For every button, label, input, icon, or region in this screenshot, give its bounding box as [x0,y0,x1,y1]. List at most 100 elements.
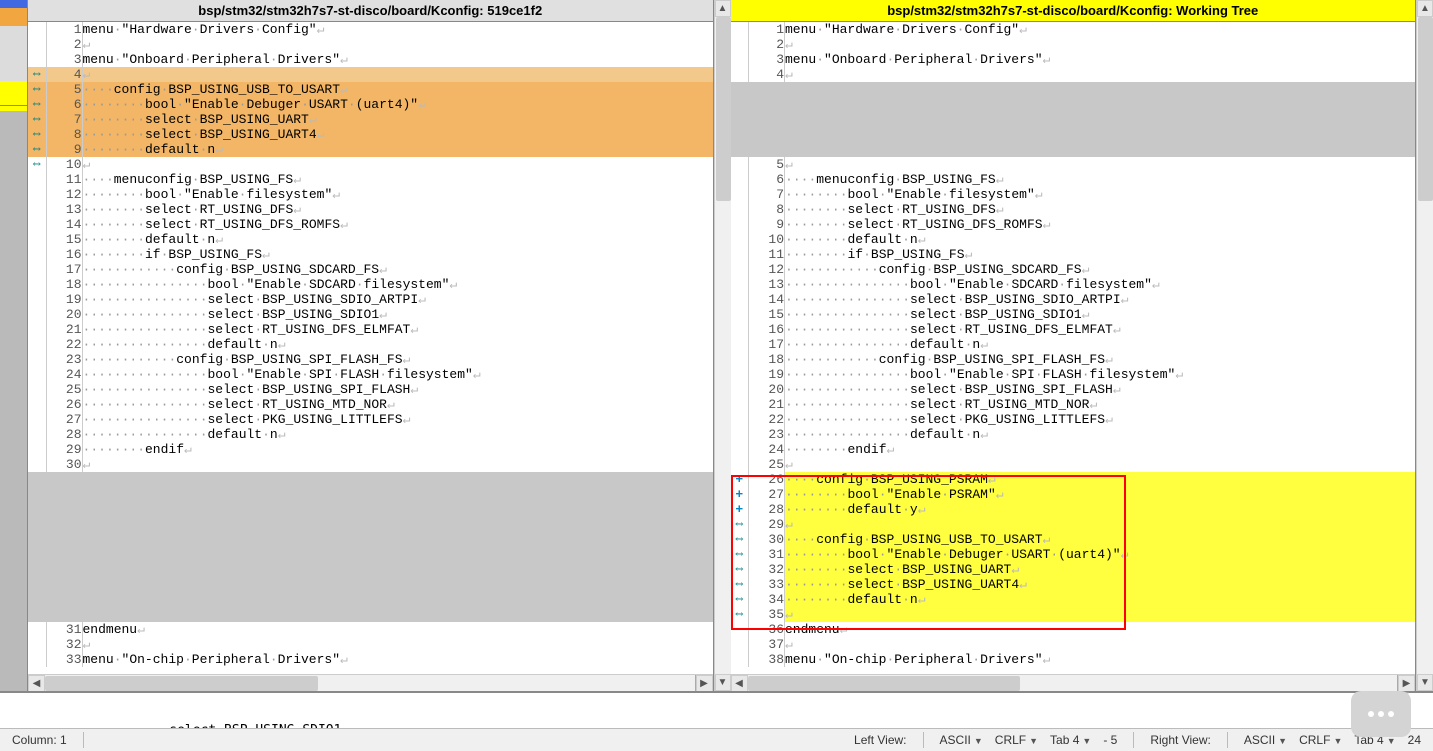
scroll-right-icon[interactable]: ▶ [696,675,713,691]
code-line[interactable]: ⇔34········default·n↵ [731,592,1416,607]
left-code-area[interactable]: 1menu·"Hardware·Drivers·Config"↵2↵3menu·… [28,22,713,674]
code-line[interactable]: 1menu·"Hardware·Drivers·Config"↵ [28,22,713,37]
code-line[interactable]: 36endmenu↵ [731,622,1416,637]
code-line[interactable]: 20················select·BSP_USING_SPI_F… [731,382,1416,397]
code-line[interactable]: ⇔35↵ [731,607,1416,622]
code-line[interactable]: ⇔33········select·BSP_USING_UART4↵ [731,577,1416,592]
code-line[interactable] [731,127,1416,142]
code-line[interactable]: 31endmenu↵ [28,622,713,637]
code-line[interactable]: ⇔6········bool·"Enable·Debuger·USART·(ua… [28,97,713,112]
code-line[interactable]: 9········select·RT_USING_DFS_ROMFS↵ [731,217,1416,232]
code-line[interactable]: 15········default·n↵ [28,232,713,247]
code-line[interactable]: 21················select·RT_USING_DFS_EL… [28,322,713,337]
left-vertical-scrollbar[interactable]: ▲ ▼ [714,0,731,691]
chat-bubble-icon[interactable] [1351,691,1411,737]
code-line[interactable]: 11····menuconfig·BSP_USING_FS↵ [28,172,713,187]
code-line[interactable]: +27········bool·"Enable·PSRAM"↵ [731,487,1416,502]
code-line[interactable]: 13················bool·"Enable·SDCARD·fi… [731,277,1416,292]
scroll-down-icon[interactable]: ▼ [1417,674,1433,691]
code-line[interactable]: 27················select·PKG_USING_LITTL… [28,412,713,427]
code-line[interactable]: +26····config·BSP_USING_PSRAM↵ [731,472,1416,487]
code-line[interactable]: 17················default·n↵ [731,337,1416,352]
code-line[interactable] [731,82,1416,97]
scroll-left-icon[interactable]: ◀ [731,675,748,691]
left-encoding[interactable]: ASCII▼ [934,733,989,747]
code-line[interactable] [28,502,713,517]
code-line[interactable]: 23················default·n↵ [731,427,1416,442]
code-line[interactable]: 22················default·n↵ [28,337,713,352]
code-line[interactable]: 18············config·BSP_USING_SPI_FLASH… [731,352,1416,367]
code-line[interactable]: 10········default·n↵ [731,232,1416,247]
code-line[interactable]: 11········if·BSP_USING_FS↵ [731,247,1416,262]
code-line[interactable]: 25················select·BSP_USING_SPI_F… [28,382,713,397]
code-line[interactable] [28,562,713,577]
code-line[interactable]: 19················bool·"Enable·SPI·FLASH… [731,367,1416,382]
code-line[interactable]: 6····menuconfig·BSP_USING_FS↵ [731,172,1416,187]
code-line[interactable]: ⇔10↵ [28,157,713,172]
code-line[interactable]: 12········bool·"Enable·filesystem"↵ [28,187,713,202]
right-code-area[interactable]: 1menu·"Hardware·Drivers·Config"↵2↵3menu·… [731,22,1416,674]
code-line[interactable] [28,577,713,592]
code-line[interactable]: ⇔30····config·BSP_USING_USB_TO_USART↵ [731,532,1416,547]
code-line[interactable]: ⇔5····config·BSP_USING_USB_TO_USART↵ [28,82,713,97]
code-line[interactable]: 37↵ [731,637,1416,652]
code-line[interactable]: 14········select·RT_USING_DFS_ROMFS↵ [28,217,713,232]
scroll-right-icon[interactable]: ▶ [1398,675,1415,691]
code-line[interactable]: 2↵ [731,37,1416,52]
code-line[interactable]: 24········endif↵ [731,442,1416,457]
code-line[interactable]: 3menu·"Onboard·Peripheral·Drivers"↵ [28,52,713,67]
code-line[interactable]: 29········endif↵ [28,442,713,457]
code-line[interactable]: 25↵ [731,457,1416,472]
overview-ruler[interactable] [0,0,28,691]
scroll-up-icon[interactable]: ▲ [1417,0,1433,17]
code-line[interactable]: ⇔4↵ [28,67,713,82]
code-line[interactable]: 32↵ [28,637,713,652]
code-line[interactable] [28,592,713,607]
code-line[interactable]: 14················select·BSP_USING_SDIO_… [731,292,1416,307]
right-encoding[interactable]: ASCII▼ [1238,733,1293,747]
code-line[interactable]: 2↵ [28,37,713,52]
code-line[interactable]: 30↵ [28,457,713,472]
code-line[interactable]: 1menu·"Hardware·Drivers·Config"↵ [731,22,1416,37]
code-line[interactable]: ⇔7········select·BSP_USING_UART↵ [28,112,713,127]
right-eol[interactable]: CRLF▼ [1293,733,1348,747]
code-line[interactable] [28,532,713,547]
code-line[interactable] [28,547,713,562]
code-line[interactable] [28,517,713,532]
code-line[interactable]: 8········select·RT_USING_DFS↵ [731,202,1416,217]
code-line[interactable] [28,487,713,502]
code-line[interactable]: 7········bool·"Enable·filesystem"↵ [731,187,1416,202]
right-horizontal-scrollbar[interactable]: ◀ ▶ [731,674,1416,691]
code-line[interactable]: 17············config·BSP_USING_SDCARD_FS… [28,262,713,277]
code-line[interactable]: 16········if·BSP_USING_FS↵ [28,247,713,262]
code-line[interactable]: 15················select·BSP_USING_SDIO1… [731,307,1416,322]
scroll-up-icon[interactable]: ▲ [715,0,731,17]
scroll-left-icon[interactable]: ◀ [28,675,45,691]
code-line[interactable]: ⇔29↵ [731,517,1416,532]
code-line[interactable] [28,607,713,622]
code-line[interactable]: 26················select·RT_USING_MTD_NO… [28,397,713,412]
code-line[interactable]: ⇔9········default·n↵ [28,142,713,157]
left-horizontal-scrollbar[interactable]: ◀ ▶ [28,674,713,691]
code-line[interactable] [731,97,1416,112]
right-vertical-scrollbar[interactable]: ▲ ▼ [1416,0,1433,691]
code-line[interactable]: 3menu·"Onboard·Peripheral·Drivers"↵ [731,52,1416,67]
code-line[interactable]: 33menu·"On-chip·Peripheral·Drivers"↵ [28,652,713,667]
code-line[interactable] [731,142,1416,157]
code-line[interactable]: 24················bool·"Enable·SPI·FLASH… [28,367,713,382]
code-line[interactable]: 19················select·BSP_USING_SDIO_… [28,292,713,307]
code-line[interactable] [731,112,1416,127]
code-line[interactable]: 16················select·RT_USING_DFS_EL… [731,322,1416,337]
code-line[interactable]: 13········select·RT_USING_DFS↵ [28,202,713,217]
code-line[interactable]: 5↵ [731,157,1416,172]
code-line[interactable]: 38menu·"On-chip·Peripheral·Drivers"↵ [731,652,1416,667]
code-line[interactable]: 4↵ [731,67,1416,82]
left-tab[interactable]: Tab 4▼ [1044,733,1097,747]
code-line[interactable]: ⇔8········select·BSP_USING_UART4↵ [28,127,713,142]
code-line[interactable]: 23············config·BSP_USING_SPI_FLASH… [28,352,713,367]
code-line[interactable]: 28················default·n↵ [28,427,713,442]
left-eol[interactable]: CRLF▼ [989,733,1044,747]
code-line[interactable] [28,472,713,487]
scroll-down-icon[interactable]: ▼ [715,674,731,691]
code-line[interactable]: ⇔31········bool·"Enable·Debuger·USART·(u… [731,547,1416,562]
